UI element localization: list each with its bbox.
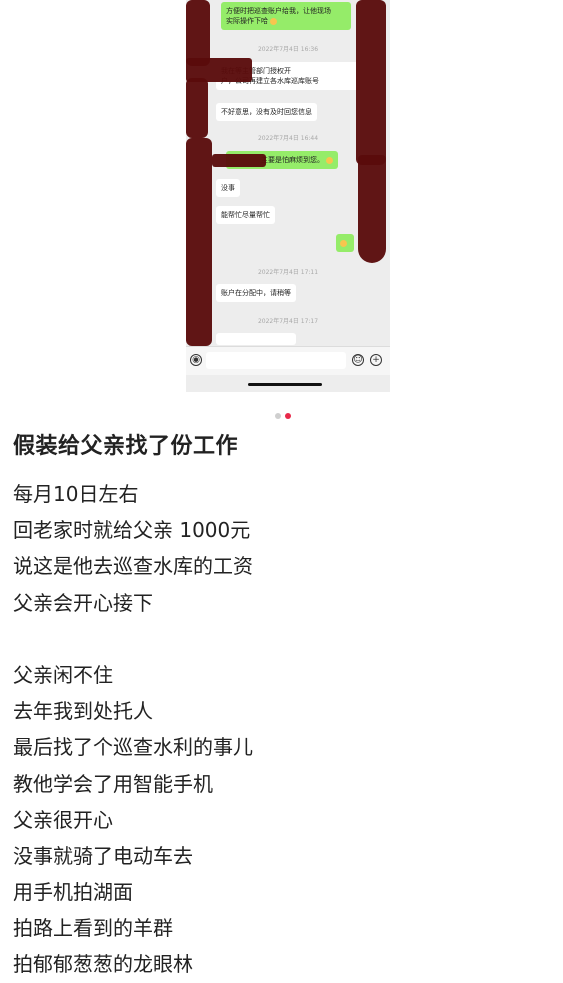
redaction-mark — [186, 0, 210, 66]
chat-bubble-received: 账户在分配中，请稍等 — [216, 284, 296, 302]
redaction-mark — [356, 0, 386, 165]
redaction-mark — [186, 138, 212, 346]
smile-emoji-icon — [326, 156, 333, 164]
sticker-emoji-icon — [340, 239, 347, 247]
chat-bubble-sent-sticker — [336, 234, 354, 252]
redaction-mark — [212, 154, 266, 167]
home-indicator — [248, 383, 322, 386]
pager-dot-active[interactable] — [285, 413, 291, 419]
chat-timestamp: 2022年7月4日 17:11 — [257, 269, 319, 276]
post-body-line: 父亲很开心 — [13, 807, 113, 832]
chat-bubble-received: 没事 — [216, 179, 240, 197]
post-body-line: 父亲闲不住 — [13, 662, 113, 687]
chat-screenshot-image[interactable]: 方便时把巡查账户给我，让他现场 实际操作下哈 2022年7月4日 16:36 我… — [186, 0, 390, 392]
post-body-line: 用手机拍湖面 — [13, 880, 133, 905]
voice-icon[interactable]: ◉ — [190, 354, 202, 366]
post-body-line: 每月10日左右 — [13, 482, 139, 506]
post-body-line — [13, 621, 253, 657]
post-body-line: 说这是他去巡查水库的工资 — [13, 554, 253, 579]
chat-input-bar: ◉ ☺ + — [186, 346, 390, 375]
post-body-line: 拍路上看到的羊群 — [13, 916, 173, 941]
chat-bubble-received: 能帮忙尽量帮忙 — [216, 206, 275, 224]
chat-input-field[interactable] — [206, 352, 346, 369]
post-body-line: 最后找了个巡查水利的事儿 — [13, 735, 253, 760]
chat-timestamp: 2022年7月4日 17:17 — [257, 318, 319, 325]
chat-bubble-sent: 方便时把巡查账户给我，让他现场 实际操作下哈 — [221, 2, 351, 30]
post-body-line: 教他学会了用智能手机 — [13, 771, 213, 796]
post-body-line: 拍郁郁葱葱的龙眼林 — [13, 952, 193, 977]
post-title: 假装给父亲找了份工作 — [13, 434, 239, 459]
redaction-mark — [186, 78, 208, 138]
pager-dot-inactive[interactable] — [275, 413, 281, 419]
smile-emoji-icon — [270, 17, 277, 25]
post-body-line: 没事就骑了电动车去 — [13, 843, 193, 868]
redaction-mark — [358, 155, 386, 263]
emoji-icon[interactable]: ☺ — [352, 354, 364, 366]
post-body: 每月10日左右回老家时就给父亲 1000元 说这是他去巡查水库的工资 父亲会开心接下… — [13, 476, 253, 983]
post-body-line: 父亲会开心接下 — [13, 590, 153, 615]
post-body-line: 去年我到处托人 — [13, 699, 153, 724]
chat-bubble-received: 不好意思，没有及时回您信息 — [216, 103, 317, 121]
plus-icon[interactable]: + — [370, 354, 382, 366]
chat-message-text: 主要是怕麻烦到您。 — [261, 156, 324, 164]
chat-bubble-received-partial — [216, 333, 296, 345]
carousel-pager — [275, 404, 295, 423]
post-body-line: 回老家时就给父亲 1000元 — [13, 518, 251, 543]
chat-message-text: 方便时把巡查账户给我，让他现场 实际操作下哈 — [226, 7, 331, 25]
